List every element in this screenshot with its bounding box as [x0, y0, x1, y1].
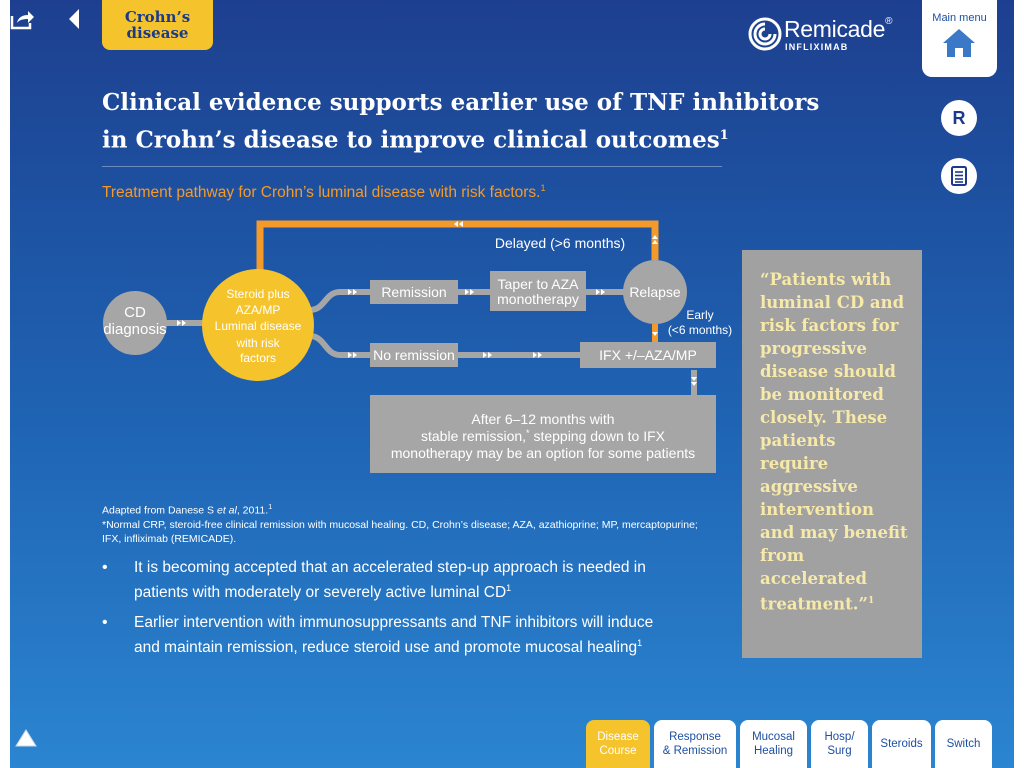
brand-subtitle: INFLIXIMAB: [785, 42, 849, 52]
document-icon: [951, 166, 967, 186]
after-line3: monotherapy may be an option for some pa…: [391, 445, 695, 461]
taper-line1: Taper to AZA: [498, 276, 580, 292]
main-menu-label: Main menu: [932, 12, 987, 24]
share-icon[interactable]: [10, 8, 36, 30]
taper-line2: monotherapy: [497, 291, 579, 307]
tab-response-remission[interactable]: Response & Remission: [654, 720, 736, 768]
tab-switch[interactable]: Switch: [935, 720, 992, 768]
references-r-button[interactable]: R: [941, 100, 977, 136]
steroid-line1: Steroid plus: [226, 287, 289, 301]
bullet-line1: It is becoming accepted that an accelera…: [134, 559, 646, 576]
diagram-subheading: Treatment pathway for Crohn’s luminal di…: [102, 183, 546, 202]
tab-hosp-surg[interactable]: Hosp/ Surg: [811, 720, 868, 768]
bullet-line2: patients with moderately or severely act…: [134, 583, 512, 602]
back-arrow-icon[interactable]: [66, 8, 82, 30]
source-footnote: Adapted from Danese S et al, 2011.1 *Nor…: [102, 501, 742, 546]
after-line1: After 6–12 months with: [471, 411, 614, 427]
document-notes-button[interactable]: [941, 158, 977, 194]
treatment-pathway-diagram: CD diagnosis Steroid plus AZA/MP Luminal…: [103, 220, 732, 473]
section-tab-line2: disease: [126, 24, 189, 42]
early-line1: Early: [686, 308, 713, 322]
steroid-line2: AZA/MP: [236, 303, 281, 317]
section-tab-line1: Crohn’s: [124, 8, 191, 26]
page-title-line2: in Crohn’s disease to improve clinical o…: [102, 126, 729, 154]
cd-diagnosis-line1: CD: [124, 304, 146, 321]
page-title: Clinical evidence supports earlier use o…: [102, 86, 862, 157]
steroid-line3: Luminal disease: [215, 319, 302, 333]
source-citation: Adapted from Danese S et al, 2011.1: [102, 504, 273, 517]
connector-steroid-to-no-remission: [309, 333, 370, 358]
page-title-line1: Clinical evidence supports earlier use o…: [102, 89, 820, 116]
bullet-dot: •: [102, 559, 108, 576]
list-item: • Earlier intervention with immunosuppre…: [102, 613, 702, 658]
tab-disease-course[interactable]: Disease Course: [586, 720, 650, 768]
delayed-label: Delayed (>6 months): [495, 235, 625, 251]
after-line2: stable remission,* stepping down to IFX: [421, 428, 666, 444]
quote-text: “Patients with luminal CD and risk facto…: [760, 270, 908, 614]
main-menu-button[interactable]: Main menu: [922, 0, 997, 77]
tab-steroids[interactable]: Steroids: [872, 720, 931, 768]
tab-mucosal-healing[interactable]: Mucosal Healing: [740, 720, 807, 768]
bullet-dot: •: [102, 614, 108, 632]
bottom-tab-bar: Disease Course Response & Remission Muco…: [586, 720, 992, 768]
abbreviations-line2: IFX, infliximab (REMICADE).: [102, 532, 237, 545]
home-icon: [943, 29, 975, 57]
bullet-line2: and maintain remission, reduce steroid u…: [134, 638, 643, 657]
title-divider: [102, 166, 722, 167]
ifx-label: IFX +/–AZA/MP: [599, 347, 697, 363]
remicade-logo: Remicade® INFLIXIMAB: [748, 16, 898, 54]
early-line2: (<6 months): [668, 323, 732, 337]
up-arrow-icon[interactable]: [14, 728, 38, 753]
bullet-line1: Earlier intervention with immunosuppress…: [134, 614, 654, 632]
relapse-label: Relapse: [629, 284, 681, 300]
remission-label: Remission: [381, 284, 446, 300]
cd-diagnosis-line2: diagnosis: [103, 321, 166, 338]
list-item: • It is becoming accepted that an accele…: [102, 558, 702, 603]
connector-steroid-to-remission: [309, 289, 370, 313]
quote-panel: “Patients with luminal CD and risk facto…: [742, 250, 922, 658]
connector-relapse-delayed-loop: [256, 220, 659, 280]
key-points-list: • It is becoming accepted that an accele…: [102, 558, 702, 668]
steroid-line4: with risk: [235, 336, 280, 350]
left-edge-panel: [0, 0, 10, 768]
brand-name: Remicade®: [784, 16, 893, 42]
right-edge-panel: [1014, 0, 1024, 768]
no-remission-label: No remission: [373, 347, 455, 363]
abbreviations-line1: *Normal CRP, steroid-free clinical remis…: [102, 518, 698, 531]
r-button-label: R: [952, 107, 966, 128]
remicade-swirl-icon: [748, 17, 782, 51]
section-tab-crohns-disease[interactable]: Crohn’s disease: [102, 0, 213, 50]
steroid-line5: factors: [240, 351, 276, 365]
